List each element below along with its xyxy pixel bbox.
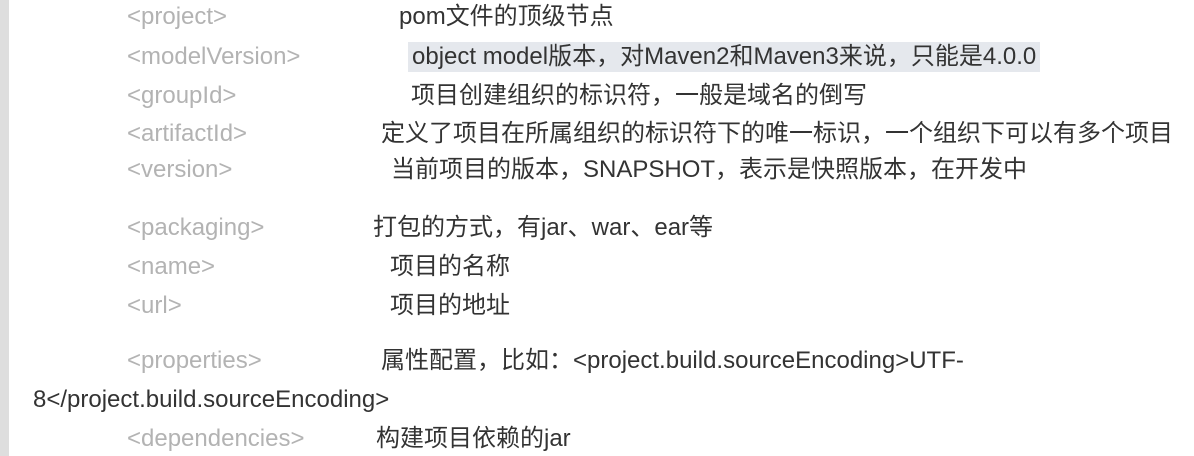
tag-name: <groupId> <box>127 82 237 109</box>
tag-name: <name> <box>127 253 216 280</box>
tag-description: 项目创建组织的标识符，一般是域名的倒写 <box>411 82 867 109</box>
tag-row-properties: <properties> 属性配置，比如：<project.build.sour… <box>0 346 1194 376</box>
tag-description: pom文件的顶级节点 <box>399 3 614 30</box>
tag-name: <modelVersion> <box>127 43 301 70</box>
tag-name: <project> <box>127 3 228 30</box>
tag-description: 打包的方式，有jar、war、ear等 <box>373 214 714 241</box>
tag-row-name: <name> 项目的名称 <box>0 252 1194 282</box>
tag-row-url: <url> 项目的地址 <box>0 291 1194 321</box>
tag-row-project: <project> pom文件的顶级节点 <box>0 2 1194 32</box>
tag-name: <dependencies> <box>127 425 305 452</box>
tag-description: 属性配置，比如：<project.build.sourceEncoding>UT… <box>381 347 964 374</box>
tag-description-highlighted: object model版本，对Maven2和Maven3来说，只能是4.0.0 <box>408 42 1041 72</box>
tag-row-version: <version> 当前项目的版本，SNAPSHOT，表示是快照版本，在开发中 <box>0 155 1194 185</box>
tag-name: <version> <box>127 156 233 183</box>
tag-row-packaging: <packaging> 打包的方式，有jar、war、ear等 <box>0 213 1194 243</box>
pom-tags-blockquote: <project> pom文件的顶级节点 <modelVersion> obje… <box>0 0 1194 456</box>
tag-description-continued: 8</project.build.sourceEncoding> <box>33 386 390 413</box>
tag-row-properties-continued: 8</project.build.sourceEncoding> <box>0 385 1194 415</box>
tag-name: <packaging> <box>127 214 265 241</box>
tag-name: <artifactId> <box>127 120 248 147</box>
tag-row-modelversion: <modelVersion> object model版本，对Maven2和Ma… <box>0 42 1194 72</box>
tag-description: 项目的名称 <box>390 253 510 280</box>
tag-description: 项目的地址 <box>390 292 510 319</box>
tag-description: 定义了项目在所属组织的标识符下的唯一标识，一个组织下可以有多个项目 <box>381 120 1173 147</box>
tag-description: 当前项目的版本，SNAPSHOT，表示是快照版本，在开发中 <box>391 156 1028 183</box>
tag-row-dependencies: <dependencies> 构建项目依赖的jar <box>0 424 1194 454</box>
tag-description: 构建项目依赖的jar <box>376 425 571 452</box>
tag-row-artifactid: <artifactId> 定义了项目在所属组织的标识符下的唯一标识，一个组织下可… <box>0 119 1194 149</box>
tag-name: <properties> <box>127 347 262 374</box>
tag-name: <url> <box>127 292 182 319</box>
tag-row-groupid: <groupId> 项目创建组织的标识符，一般是域名的倒写 <box>0 81 1194 111</box>
